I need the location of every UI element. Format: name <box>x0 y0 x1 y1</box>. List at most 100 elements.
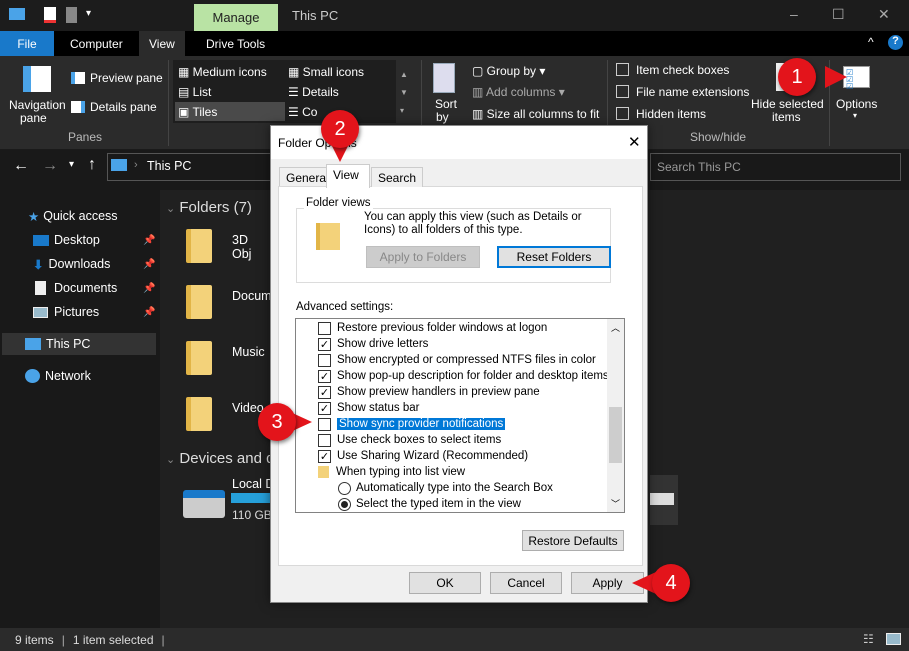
setting-item[interactable]: ✓ Show drive letters <box>318 336 428 352</box>
maximize-button[interactable]: ☐ <box>832 6 845 23</box>
local-disk-icon[interactable] <box>183 490 225 518</box>
close-button[interactable]: ✕ <box>878 6 890 23</box>
restore-defaults-button[interactable]: Restore Defaults <box>522 530 624 551</box>
recent-locations-icon[interactable]: ▾ <box>69 159 74 170</box>
layout-medium-icons[interactable]: ▦ Medium icons <box>178 65 267 79</box>
size-columns-button[interactable]: ▥ Size all columns to fit <box>472 107 599 121</box>
pin-icon[interactable]: 📌 <box>143 283 155 294</box>
preview-pane-button[interactable]: Preview pane <box>90 71 163 85</box>
folder-3d-objects[interactable]: 3D Obj <box>186 229 251 263</box>
customize-toolbar-icon[interactable]: ▾ <box>86 8 91 19</box>
checkbox-checked[interactable]: ✓ <box>318 369 331 383</box>
tab-drive-tools[interactable]: Drive Tools <box>196 31 275 56</box>
radio-unselected[interactable] <box>338 481 351 495</box>
sort-by-button[interactable]: Sort <box>435 97 457 111</box>
setting-item[interactable]: ✓ Show preview handlers in preview pane <box>318 384 540 400</box>
checkbox[interactable] <box>616 63 629 76</box>
scrollbar-thumb[interactable] <box>609 407 622 463</box>
folder-music[interactable]: Music <box>186 341 265 375</box>
hide-selected-button[interactable]: Hide selected <box>751 97 824 111</box>
checkbox-unchecked[interactable] <box>318 353 331 367</box>
back-icon[interactable]: ← <box>13 157 29 175</box>
navigation-pane-label2[interactable]: pane <box>20 111 47 125</box>
radio-selected[interactable] <box>338 497 351 511</box>
layout-small-icons[interactable]: ▦ Small icons <box>288 65 364 79</box>
setting-item[interactable]: Select the typed item in the view <box>338 496 521 512</box>
folder-videos[interactable]: Video <box>186 397 264 431</box>
scroll-down-icon[interactable]: ﹀ <box>611 497 620 510</box>
checkbox[interactable] <box>616 107 629 120</box>
pin-icon[interactable]: 📌 <box>143 307 155 318</box>
hidden-items-toggle[interactable]: Hidden items <box>616 107 706 121</box>
setting-item[interactable]: Show encrypted or compressed NTFS files … <box>318 352 596 368</box>
new-folder-icon[interactable] <box>66 7 77 23</box>
tab-view[interactable]: View <box>326 164 370 188</box>
sidebar-item-this-pc[interactable]: This PC <box>2 333 156 355</box>
this-pc-icon <box>25 338 41 350</box>
checkbox-checked[interactable]: ✓ <box>318 401 331 415</box>
layout-details[interactable]: ☰ Details <box>288 85 339 99</box>
label: Medium icons <box>192 65 267 79</box>
properties-icon[interactable] <box>44 7 56 23</box>
setting-item[interactable]: ✓ Show pop-up description for folder and … <box>318 368 609 384</box>
forward-icon[interactable]: → <box>42 157 58 175</box>
details-pane-button[interactable]: Details pane <box>90 100 157 114</box>
pin-icon[interactable]: 📌 <box>143 259 155 270</box>
file-name-extensions-toggle[interactable]: File name extensions <box>616 85 749 99</box>
tab-search[interactable]: Search <box>371 167 424 187</box>
collapse-ribbon-icon[interactable]: ^ <box>868 35 874 49</box>
layout-content[interactable]: ☰ Co <box>288 105 317 119</box>
checkbox-unchecked[interactable] <box>318 321 331 335</box>
checkbox-checked[interactable]: ✓ <box>318 337 331 351</box>
details-view-icon[interactable]: ☷ <box>863 632 874 646</box>
layout-tiles[interactable]: ▣ Tiles <box>178 105 217 119</box>
tab-manage[interactable]: Manage <box>194 4 278 31</box>
tab-view[interactable]: View <box>139 31 185 56</box>
navigation-pane-button[interactable]: Navigation <box>9 98 66 112</box>
options-dropdown-icon[interactable]: ▾ <box>853 111 857 120</box>
checkbox[interactable] <box>616 85 629 98</box>
setting-item[interactable]: Restore previous folder windows at logon <box>318 320 547 336</box>
item-check-boxes-toggle[interactable]: Item check boxes <box>616 63 729 77</box>
tab-file[interactable]: File <box>0 31 54 56</box>
setting-item[interactable]: Automatically type into the Search Box <box>338 480 553 496</box>
setting-item[interactable]: ✓ Use Sharing Wizard (Recommended) <box>318 448 528 464</box>
devices-section-header[interactable]: ⌄ Devices and d <box>166 450 274 467</box>
sidebar-item-quick-access[interactable]: ★ Quick access <box>28 205 118 227</box>
drive-name[interactable]: Local D <box>232 477 274 491</box>
layout-list[interactable]: ▤ List <box>178 85 211 99</box>
ok-button[interactable]: OK <box>409 572 481 594</box>
group-by-button[interactable]: ▢ Group by ▾ <box>472 64 545 78</box>
large-icons-view-icon[interactable] <box>886 633 901 645</box>
scrollbar[interactable]: ︿ ﹀ <box>607 319 624 512</box>
hide-selected-label2[interactable]: items <box>772 110 801 124</box>
computer-icon[interactable] <box>9 8 25 20</box>
help-icon[interactable]: ? <box>888 35 903 50</box>
breadcrumb-this-pc[interactable]: This PC <box>147 159 191 173</box>
setting-item[interactable]: When typing into list view <box>318 464 465 480</box>
tab-computer[interactable]: Computer <box>60 31 133 56</box>
folder-documents[interactable]: Docum <box>186 285 272 319</box>
dialog-close-button[interactable]: ✕ <box>628 133 641 151</box>
search-input[interactable] <box>650 153 901 181</box>
setting-item[interactable]: Show sync provider notifications <box>318 416 506 432</box>
options-button[interactable]: Options <box>836 97 877 111</box>
setting-item[interactable]: ✓ Show status bar <box>318 400 419 416</box>
checkbox-checked[interactable]: ✓ <box>318 449 331 463</box>
pin-icon[interactable]: 📌 <box>143 235 155 246</box>
minimize-button[interactable]: – <box>790 6 798 22</box>
scroll-up-icon[interactable]: ︿ <box>611 321 620 334</box>
checkbox-unchecked[interactable] <box>318 417 331 431</box>
sidebar-item-network[interactable]: Network <box>25 365 91 387</box>
sort-by-label2[interactable]: by <box>436 110 449 124</box>
folders-section-header[interactable]: ⌄ Folders (7) <box>166 199 252 216</box>
setting-item[interactable]: Use check boxes to select items <box>318 432 501 448</box>
reset-folders-button[interactable]: Reset Folders <box>497 246 611 268</box>
gallery-scroll[interactable]: ▲ ▼ ▾ <box>400 66 408 120</box>
label: Devices and d <box>179 450 275 467</box>
checkbox-unchecked[interactable] <box>318 433 331 447</box>
up-icon[interactable]: ↑ <box>88 156 96 174</box>
checkbox-checked[interactable]: ✓ <box>318 385 331 399</box>
cancel-button[interactable]: Cancel <box>490 572 562 594</box>
advanced-settings-list[interactable]: Restore previous folder windows at logon… <box>295 318 625 513</box>
